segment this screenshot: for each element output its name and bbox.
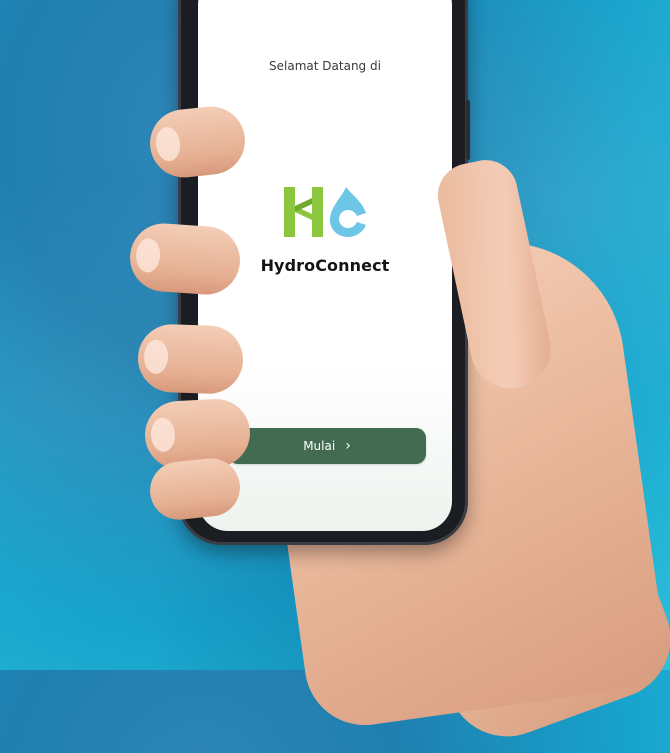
- start-button-label: Mulai: [303, 439, 336, 453]
- finger-middle: [127, 221, 243, 297]
- welcome-text: Selamat Datang di: [269, 59, 381, 73]
- phone-side-button: [466, 100, 470, 160]
- finger-ring: [136, 323, 245, 395]
- hydroconnect-logo-icon: [284, 187, 366, 237]
- start-button[interactable]: Mulai ›: [228, 428, 426, 464]
- chevron-right-icon: ›: [345, 438, 351, 454]
